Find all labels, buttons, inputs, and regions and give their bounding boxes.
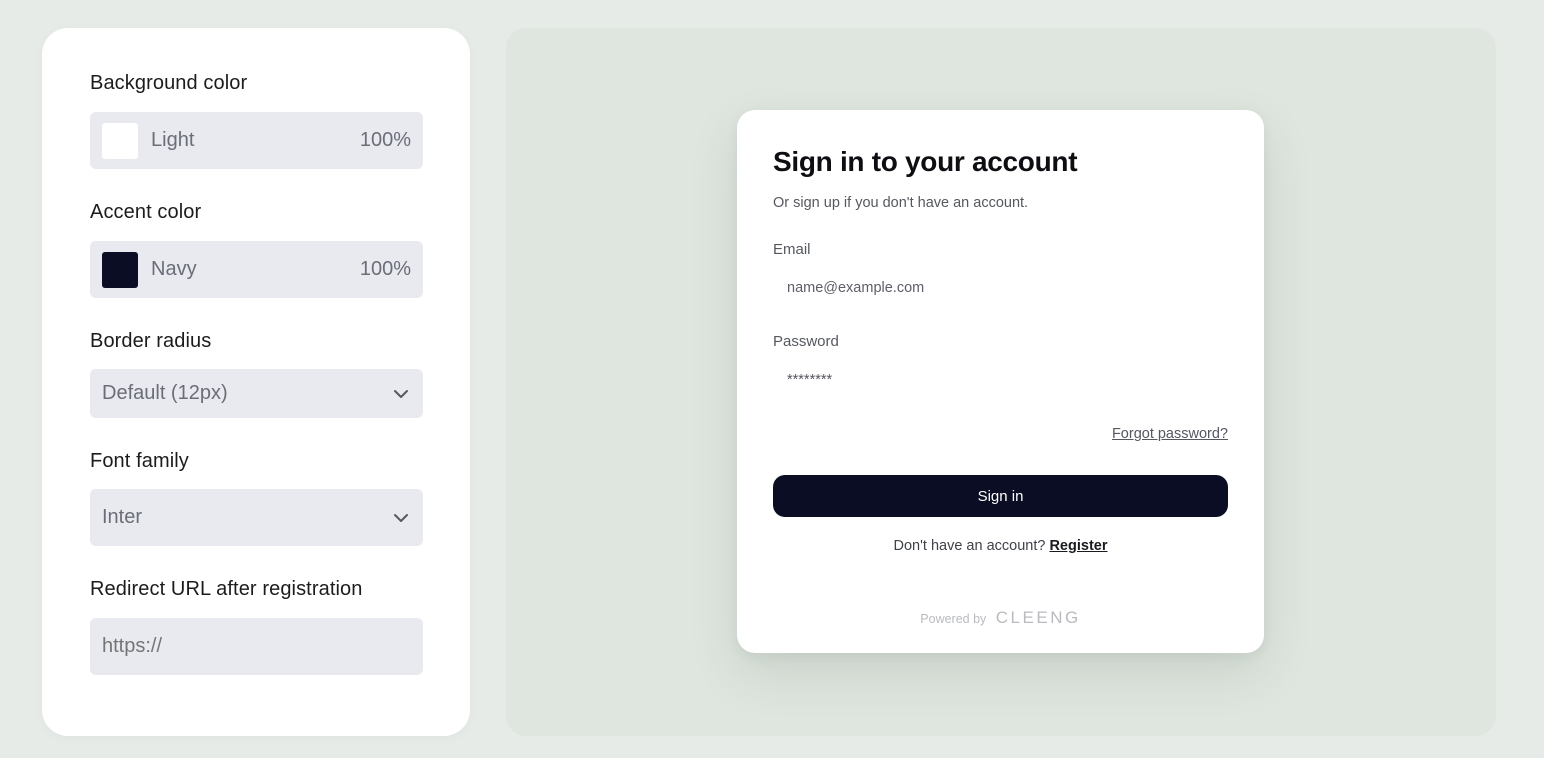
chevron-down-icon xyxy=(394,389,408,398)
accent-color-picker[interactable]: Navy 100% xyxy=(90,241,423,298)
accent-color-swatch[interactable] xyxy=(102,251,138,288)
email-field[interactable] xyxy=(773,271,1228,305)
font-family-value: Inter xyxy=(102,506,143,528)
no-account-text: Don't have an account? xyxy=(893,538,1046,554)
chevron-down-icon xyxy=(394,513,408,522)
password-field[interactable] xyxy=(773,363,1228,397)
accent-color-value: Navy xyxy=(151,258,197,280)
font-family-label: Font family xyxy=(90,450,189,472)
background-color-value: Light xyxy=(151,129,195,151)
background-color-picker[interactable]: Light 100% xyxy=(90,112,423,169)
accent-color-opacity[interactable]: 100% xyxy=(360,258,411,281)
email-label: Email xyxy=(773,241,811,258)
accent-color-label: Accent color xyxy=(90,201,202,223)
cleeng-logo: CLEENG xyxy=(995,608,1081,627)
border-radius-label: Border radius xyxy=(90,330,212,352)
border-radius-select[interactable]: Default (12px) xyxy=(90,369,423,418)
background-color-opacity[interactable]: 100% xyxy=(360,129,411,152)
border-radius-value: Default (12px) xyxy=(102,382,228,404)
register-prompt: Don't have an account? Register xyxy=(737,538,1264,554)
register-link[interactable]: Register xyxy=(1049,538,1107,554)
font-family-select[interactable]: Inter xyxy=(90,489,423,546)
background-color-label: Background color xyxy=(90,72,248,94)
forgot-password-link[interactable]: Forgot password? xyxy=(1112,426,1228,442)
password-label: Password xyxy=(773,333,839,350)
signin-button[interactable]: Sign in xyxy=(773,475,1228,517)
settings-panel: Background color Light 100% Accent color… xyxy=(42,28,470,736)
redirect-url-label: Redirect URL after registration xyxy=(90,578,363,600)
powered-by-text: Powered by xyxy=(920,612,987,626)
powered-by: Powered by CLEENG xyxy=(737,608,1264,628)
signin-title: Sign in to your account xyxy=(773,146,1078,177)
signin-card: Sign in to your account Or sign up if yo… xyxy=(737,110,1264,653)
redirect-url-field[interactable] xyxy=(90,618,423,675)
signin-subtitle: Or sign up if you don't have an account. xyxy=(773,195,1029,211)
background-color-swatch[interactable] xyxy=(102,122,138,159)
redirect-url-input[interactable] xyxy=(102,635,411,658)
